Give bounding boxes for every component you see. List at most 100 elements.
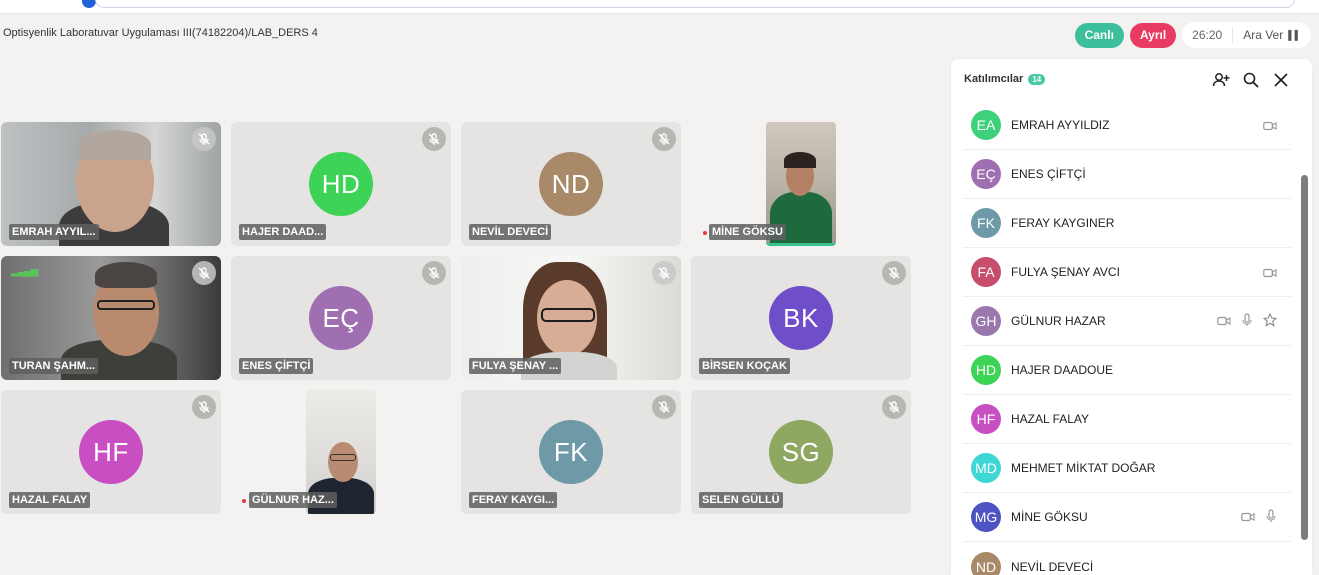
video-tile[interactable]: ▂▃▄▅ TURAN ŞAHM... (1, 256, 221, 380)
avatar: EA (971, 110, 1001, 140)
avatar: ND (971, 551, 1001, 575)
tile-label: FERAY KAYGI... (469, 492, 558, 508)
avatar-tile[interactable]: EÇ ENES ÇİFTÇİ (231, 256, 451, 380)
avatar: MD (971, 453, 1001, 483)
tile-label: GÜLNUR HAZ... (249, 492, 337, 508)
panel-scrollbar[interactable] (1301, 175, 1308, 540)
muted-mic-icon (882, 261, 906, 285)
star-icon[interactable] (1262, 312, 1278, 332)
avatar: FA (971, 257, 1001, 287)
tile-label: ENES ÇİFTÇİ (239, 358, 314, 374)
participant-name: EMRAH AYYILDIZ (1011, 118, 1110, 132)
tile-label: SELEN GÜLLÜ (699, 492, 783, 508)
muted-mic-icon (192, 127, 216, 151)
mic-icon (1241, 313, 1253, 332)
muted-mic-icon (652, 395, 676, 419)
tile-label: NEVİL DEVECİ (469, 224, 552, 240)
avatar: FK (539, 420, 603, 484)
participant-row[interactable]: HD HAJER DAADOUE (963, 346, 1291, 395)
participant-name: FERAY KAYGINER (1011, 216, 1115, 230)
leave-button[interactable]: Ayrıl (1129, 22, 1177, 48)
participant-row[interactable]: EÇ ENES ÇİFTÇİ (963, 150, 1291, 199)
add-user-icon[interactable] (1212, 71, 1230, 89)
camera-icon (1217, 313, 1231, 332)
muted-mic-icon (192, 395, 216, 419)
avatar-tile[interactable]: BK BİRSEN KOÇAK (691, 256, 911, 380)
participant-row[interactable]: MG MİNE GÖKSU (963, 493, 1291, 542)
participant-name: MEHMET MİKTAT DOĞAR (1011, 461, 1156, 475)
tile-label: BİRSEN KOÇAK (699, 358, 790, 374)
avatar: EÇ (971, 159, 1001, 189)
participant-count-badge: 14 (1028, 73, 1046, 85)
timer-box: 26:20 Ara Ver ▌▌ (1182, 22, 1311, 48)
participant-name: ENES ÇİFTÇİ (1011, 167, 1086, 181)
address-bar[interactable] (95, 0, 1295, 8)
participant-row[interactable]: ND NEVİL DEVECİ (963, 542, 1291, 575)
avatar: HF (971, 404, 1001, 434)
mic-icon (1265, 509, 1277, 528)
browser-top-strip (0, 0, 1319, 14)
participant-name: GÜLNUR HAZAR (1011, 314, 1106, 328)
status-dot (703, 231, 707, 235)
tile-label: HAJER DAAD... (239, 224, 327, 240)
tile-label: MİNE GÖKSU (709, 224, 786, 240)
avatar: SG (769, 420, 833, 484)
meeting-timer: 26:20 (1182, 27, 1234, 43)
pause-icon: ▌▌ (1288, 30, 1301, 40)
signal-icon: ▂▃▄▅ (11, 266, 38, 277)
tile-label: FULYA ŞENAY ... (469, 358, 562, 374)
video-tile[interactable]: EMRAH AYYIL... (1, 122, 221, 246)
panel-title: Katılımcılar (964, 73, 1024, 85)
meeting-title: Optisyenlik Laboratuvar Uygulaması III(7… (3, 27, 318, 39)
participant-row[interactable]: MD MEHMET MİKTAT DOĞAR (963, 444, 1291, 493)
avatar: HD (971, 355, 1001, 385)
search-icon[interactable] (1242, 71, 1260, 89)
avatar: EÇ (309, 286, 373, 350)
video-tile[interactable]: GÜLNUR HAZ... (231, 390, 451, 514)
panel-header-actions (1212, 71, 1290, 89)
avatar: HD (309, 152, 373, 216)
avatar: MG (971, 502, 1001, 532)
video-tile[interactable]: MİNE GÖKSU (691, 122, 911, 246)
muted-mic-icon (192, 261, 216, 285)
tile-label: HAZAL FALAY (9, 492, 91, 508)
break-button[interactable]: Ara Ver ▌▌ (1233, 28, 1311, 42)
status-dot (242, 499, 246, 503)
avatar-tile[interactable]: SG SELEN GÜLLÜ (691, 390, 911, 514)
live-badge[interactable]: Canlı (1074, 22, 1124, 48)
muted-mic-icon (882, 395, 906, 419)
browser-logo-icon (82, 0, 96, 8)
avatar-tile[interactable]: HD HAJER DAAD... (231, 122, 451, 246)
participant-row[interactable]: GH GÜLNUR HAZAR (963, 297, 1291, 346)
camera-icon (1263, 265, 1277, 283)
camera-icon (1263, 118, 1277, 136)
participant-name: NEVİL DEVECİ (1011, 559, 1094, 574)
avatar: BK (769, 286, 833, 350)
muted-mic-icon (652, 127, 676, 151)
video-tile[interactable]: FULYA ŞENAY ... (461, 256, 681, 380)
avatar: GH (971, 306, 1001, 336)
tile-label: EMRAH AYYIL... (9, 224, 99, 240)
participant-row[interactable]: FK FERAY KAYGINER (963, 199, 1291, 248)
muted-mic-icon (652, 261, 676, 285)
avatar: FK (971, 208, 1001, 238)
participant-name: MİNE GÖKSU (1011, 510, 1088, 524)
participant-row[interactable]: HF HAZAL FALAY (963, 395, 1291, 444)
avatar-tile[interactable]: HF HAZAL FALAY (1, 390, 221, 514)
participant-name: HAZAL FALAY (1011, 412, 1090, 426)
participant-list: EA EMRAH AYYILDIZ EÇ ENES ÇİFTÇİ FK FERA… (963, 101, 1291, 575)
meeting-controls: Canlı Ayrıl 26:20 Ara Ver ▌▌ (1074, 22, 1311, 48)
participant-name: FULYA ŞENAY AVCI (1011, 265, 1120, 279)
avatar-tile[interactable]: ND NEVİL DEVECİ (461, 122, 681, 246)
participant-name: HAJER DAADOUE (1011, 363, 1114, 377)
avatar: ND (539, 152, 603, 216)
muted-mic-icon (422, 127, 446, 151)
close-icon[interactable] (1272, 71, 1290, 89)
participants-panel: Katılımcılar 14 EA EMRAH AYYILDIZ EÇ ENE… (951, 59, 1312, 575)
muted-mic-icon (422, 261, 446, 285)
avatar-tile[interactable]: FK FERAY KAYGI... (461, 390, 681, 514)
camera-icon (1241, 509, 1255, 528)
tile-label: TURAN ŞAHM... (9, 358, 99, 374)
participant-row[interactable]: FA FULYA ŞENAY AVCI (963, 248, 1291, 297)
participant-row[interactable]: EA EMRAH AYYILDIZ (963, 101, 1291, 150)
